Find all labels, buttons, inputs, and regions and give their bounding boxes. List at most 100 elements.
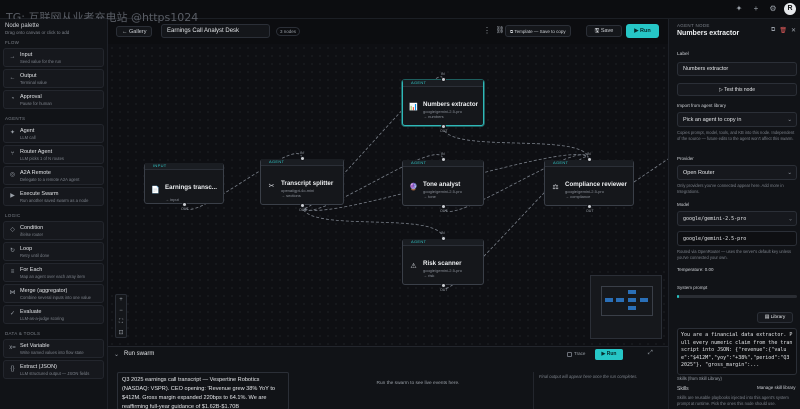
label-field-label: Label [677,52,689,57]
avatar[interactable]: R [784,3,796,15]
zoom-out-icon[interactable]: − [116,306,126,317]
palette-item-approval[interactable]: ◔ Approval Pause for human [3,90,104,109]
run-panel: ⌄ Run swarm Trace ▶ Run ⤢ Q3 2025 earnin… [108,346,668,409]
node-output-var: → risk [423,273,435,278]
system-prompt-label: System prompt [677,285,708,290]
palette-item-set-variable[interactable]: x= Set Variable Write named values into … [3,339,104,358]
palette-item-output[interactable]: ← Output Terminal value [3,69,104,88]
palette-item-router-agent[interactable]: ⑂ Router Agent LLM picks 1 of N routes [3,145,104,164]
palette-item-name: Output [20,73,37,79]
collapse-chevron-icon[interactable]: ⌄ [114,351,119,358]
lock-icon[interactable]: ⊡ [116,328,126,339]
provider-select-value: Open Router [683,170,715,176]
swarm-title-input[interactable]: Earnings Call Analyst Desk [161,24,270,38]
node-icon: 🔮 [409,184,418,191]
zoom-in-icon[interactable]: + [116,295,126,306]
provider-select[interactable]: Open Router ⌄ [677,165,797,180]
node-compliance[interactable]: AGENT ⚖ Compliance reviewer google/gemin… [544,160,634,206]
plus-icon[interactable]: + [750,3,762,15]
temperature-slider[interactable] [677,295,797,298]
model-select-value: google/gemini-2.5-pro [683,216,747,222]
canvas-header: ← Gallery Earnings Call Analyst Desk 3 n… [108,19,668,44]
test-node-button[interactable]: ▷ Test this node [677,83,797,96]
node-splitter[interactable]: AGENT ✂ Transcript splitter openai/gpt-4… [260,159,344,205]
palette-item-name: Input [20,52,33,58]
palette-section-label: DATA & TOOLS [5,331,41,336]
palette-item-for-each[interactable]: ≡ For Each Map an agent over each array … [3,263,104,282]
palette-item-extract-json[interactable]: {} Extract (JSON) LLM structured output … [3,360,104,379]
node-tone[interactable]: AGENT 🔮 Tone analyst google/gemini-2.5-p… [402,160,484,206]
run-swarm-button[interactable]: ▶ Run [595,349,623,360]
library-button[interactable]: ▤ Library [757,312,793,323]
link-icon[interactable]: ⛓ [495,25,505,37]
trace-checkbox[interactable] [567,352,572,357]
palette-item-icon: ✓ [9,311,16,317]
palette-item-icon: → [9,54,16,60]
gallery-button[interactable]: ← Gallery [116,26,153,37]
fit-view-icon[interactable]: ⛶ [116,317,126,328]
node-risk[interactable]: AGENT ⚠ Risk scanner google/gemini-2.5-p… [402,239,484,285]
palette-item-loop[interactable]: ↻ Loop Retry until done [3,242,104,261]
close-icon[interactable]: ✕ [791,27,796,34]
palette-section-label: AGENTS [5,116,26,121]
node-in-port[interactable] [586,157,592,162]
palette-item-name: Router Agent [20,149,53,155]
manage-skills-link[interactable]: Manage skill library [757,385,796,390]
gear-icon[interactable]: ⚙ [767,3,779,15]
save-button[interactable]: 🖫 Save [586,25,622,37]
out-port-label: OUT [586,209,594,213]
run-button[interactable]: ▶ Run [626,24,659,38]
label-field[interactable]: Numbers extractor [677,62,797,76]
palette-item-execute-swarm[interactable]: ▶ Execute Swarm Run another saved swarm … [3,187,104,206]
template-label: Template — Save to copy [514,29,566,34]
flow-canvas[interactable]: INPUT 📄 Earnings transc... → input OUT A… [108,44,668,346]
palette-item-agent[interactable]: ✦ Agent LLM call [3,124,104,143]
edge-numbers-compliance[interactable] [442,125,590,161]
palette-item-icon: ✦ [9,130,16,136]
palette-item-condition[interactable]: ◇ Condition if/else router [3,221,104,240]
inspector-actions: ⧉ 🗑 ✕ [771,27,796,34]
out-port-label: OUT [440,288,448,292]
edge-splitter-risk[interactable] [301,204,444,240]
palette-item-merge-aggregator[interactable]: ⋈ Merge (aggregator) Combine several inp… [3,284,104,303]
book-icon: ▤ [764,315,770,320]
edge-compliance-output[interactable] [633,158,668,183]
agent-library-select[interactable]: Pick an agent to copy in ⌄ [677,112,797,127]
in-port-label: IN [441,72,445,76]
palette-item-a2a-remote[interactable]: ◎ A2A Remote Delegate to a remote A2A ag… [3,166,104,185]
top-bar: TG: 互联网从业者充电站 @https1024 ✦ + ⚙ R [0,0,800,24]
node-output-var: → compliance [565,194,591,199]
trace-label: Trace [574,351,586,356]
node-input[interactable]: INPUT 📄 Earnings transc... → input [144,163,224,204]
provider-help: Only providers you've connected appear h… [677,183,784,194]
system-prompt-textarea[interactable]: You are a financial data extractor. Pull… [677,328,797,375]
minimap[interactable] [590,275,662,339]
delete-icon[interactable]: 🗑 [779,27,787,34]
palette-item-evaluate[interactable]: ✓ Evaluate LLM-as-a-judge scoring [3,305,104,324]
temperature-fill [677,295,680,298]
play-icon: ▷ [718,87,723,93]
transcript-input[interactable]: Q3 2025 earnings call transcript — Vespe… [117,372,289,409]
temperature-label: Temperature: 0.00 [677,267,714,272]
more-options-icon[interactable]: ⋮ [482,25,492,37]
palette-item-icon: ← [9,75,16,81]
node-in-port[interactable] [440,77,446,82]
node-in-port[interactable] [440,236,446,241]
duplicate-icon[interactable]: ⧉ [771,27,775,34]
palette-item-name: Set Variable [20,343,50,349]
template-button[interactable]: ⧉ Template — Save to copy [505,25,571,37]
node-in-port[interactable] [299,156,305,161]
provider-label: Provider [677,156,694,161]
palette-item-desc: LLM-as-a-judge scoring [20,316,64,321]
model-select[interactable]: google/gemini-2.5-pro ⌄ [677,211,797,226]
node-numbers[interactable]: AGENT 📊 Numbers extractor google/gemini-… [402,80,484,126]
in-port-label: IN [587,152,591,156]
palette-item-input[interactable]: → Input Seed value for the run [3,48,104,67]
expand-panel-icon[interactable]: ⤢ [648,350,653,357]
node-icon: 📊 [409,104,418,111]
sparkle-icon[interactable]: ✦ [733,3,745,15]
node-name: Transcript splitter [281,180,334,187]
chevron-down-icon: ⌄ [788,216,792,222]
model-id-input[interactable]: google/gemini-2.5-pro [677,231,797,246]
node-in-port[interactable] [440,157,446,162]
